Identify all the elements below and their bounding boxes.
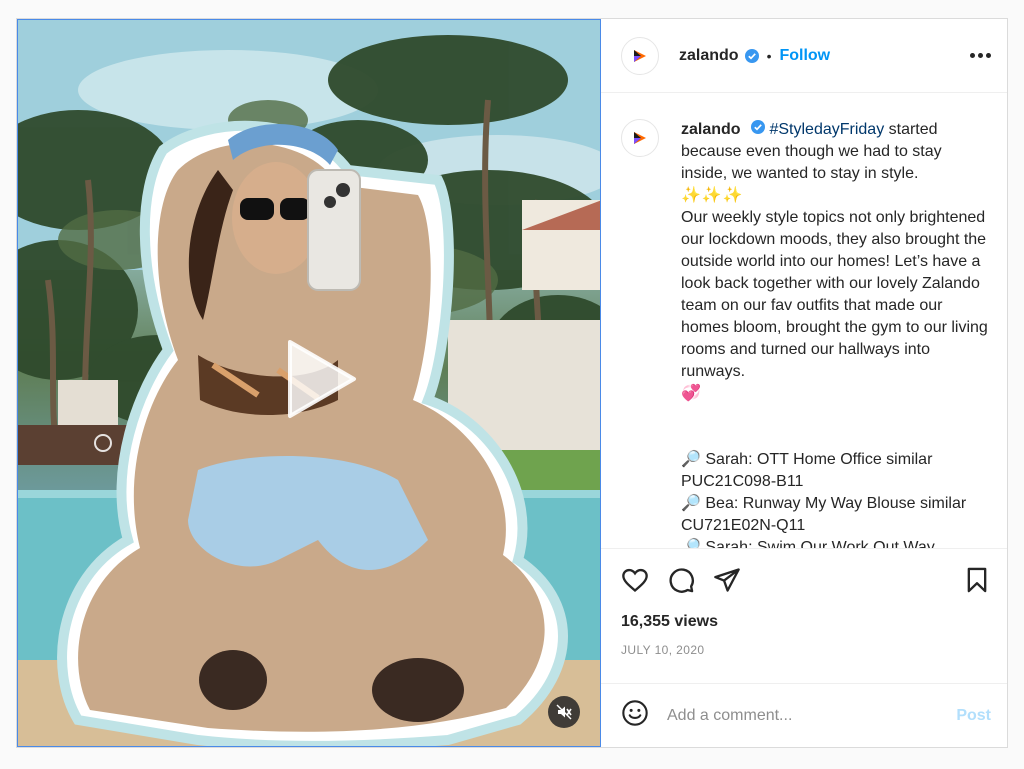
zalando-logo-icon[interactable] — [621, 36, 659, 75]
comment-bar: Post — [601, 683, 1007, 747]
caption-item: 🔎 Sarah: Swim Our Work Out Way — [681, 537, 991, 549]
hashtag-link[interactable]: #StyledayFriday — [769, 121, 884, 138]
caption-item: 🔎 Bea: Runway My Way Blouse similar CU72… — [681, 495, 967, 534]
caption-username[interactable]: zalando — [681, 121, 741, 138]
speaker-muted-icon[interactable] — [548, 696, 580, 728]
heart-icon[interactable] — [621, 566, 649, 599]
post-header: zalando • Follow — [601, 19, 1007, 93]
separator-dot: • — [766, 47, 772, 64]
post-side-panel: zalando • Follow zalando #StyledayFriday… — [601, 19, 1007, 747]
caption-section: zalando #StyledayFriday started because … — [601, 93, 1007, 549]
bookmark-icon[interactable] — [963, 566, 991, 599]
caption-paragraph-2: Our weekly style topics not only brighte… — [681, 209, 988, 380]
magnifier-emoji: 🔎 — [681, 495, 701, 512]
username[interactable]: zalando — [679, 47, 739, 65]
view-count[interactable]: 16,355 views — [601, 613, 1007, 631]
post-date[interactable]: JULY 10, 2020 — [601, 643, 1007, 657]
post-comment-button[interactable]: Post — [956, 707, 991, 725]
heart-emoji: 💞 — [681, 385, 701, 402]
post-video[interactable] — [17, 19, 601, 747]
comment-input[interactable] — [665, 705, 957, 726]
action-bar — [601, 549, 1007, 615]
more-options-icon[interactable] — [970, 47, 991, 64]
verified-badge-icon — [751, 120, 766, 134]
zalando-logo-icon[interactable] — [621, 119, 659, 157]
sparkles-emoji: ✨✨✨ — [681, 187, 744, 204]
magnifier-emoji: 🔎 — [681, 451, 701, 468]
video-indicator-icon — [94, 434, 112, 452]
comment-icon[interactable] — [667, 566, 695, 599]
smiley-icon[interactable] — [621, 699, 649, 732]
magnifier-emoji: 🔎 — [681, 539, 701, 549]
caption-item: 🔎 Sarah: OTT Home Office similar PUC21C0… — [681, 451, 933, 490]
verified-badge-icon — [744, 48, 759, 63]
post-card: zalando • Follow zalando #StyledayFriday… — [16, 18, 1008, 748]
play-icon[interactable] — [276, 336, 362, 422]
follow-button[interactable]: Follow — [779, 47, 830, 65]
caption-text: zalando #StyledayFriday started because … — [681, 119, 991, 548]
paper-plane-icon[interactable] — [713, 566, 741, 599]
